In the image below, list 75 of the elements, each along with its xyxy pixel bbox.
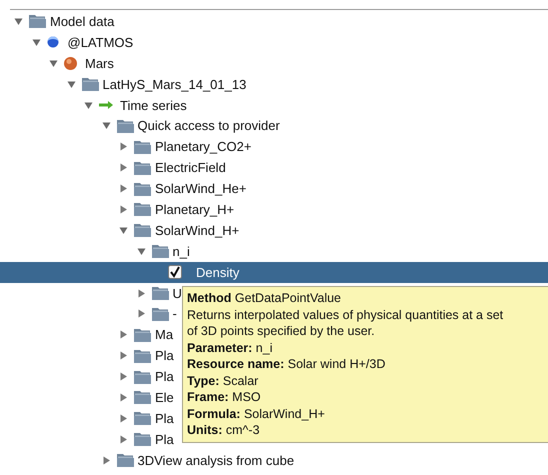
tree-item-label[interactable]: Mars — [85, 56, 114, 71]
expand-arrow-icon[interactable] — [119, 351, 128, 360]
folder-icon — [116, 452, 134, 468]
tree-item-label[interactable]: Density — [196, 264, 240, 280]
tree-item-label[interactable]: Time series — [120, 98, 187, 112]
expand-arrow-icon[interactable] — [119, 434, 128, 444]
collapse-arrow-icon[interactable] — [66, 80, 76, 89]
arrow-icon — [98, 100, 114, 110]
tree-item-label[interactable]: Ma — [155, 327, 174, 342]
folder-icon — [133, 138, 152, 155]
expand-arrow-icon[interactable] — [119, 330, 128, 340]
planet-icon — [63, 56, 78, 71]
folder-icon — [150, 285, 170, 302]
tooltip-line: Type: Scalar — [187, 372, 260, 389]
tree-item-label[interactable]: n_i — [172, 244, 190, 259]
folder-icon — [133, 348, 152, 364]
folder-icon — [133, 201, 152, 218]
checkbox[interactable] — [168, 265, 182, 280]
expand-arrow-icon[interactable] — [119, 163, 128, 172]
tree-item-label[interactable]: Pla — [155, 432, 174, 447]
tree-item-label[interactable]: Pla — [155, 348, 174, 364]
folder-icon — [133, 431, 152, 448]
folder-icon — [116, 118, 134, 134]
folder-icon — [133, 368, 152, 385]
expand-arrow-icon[interactable] — [119, 204, 128, 214]
tree-item-label[interactable]: Planetary_CO2+ — [155, 139, 252, 154]
tooltip-line: Frame: MSO — [187, 389, 262, 406]
tree-item-label[interactable]: - — [172, 306, 177, 322]
expand-arrow-icon[interactable] — [119, 142, 128, 152]
tree-item-label[interactable]: U — [172, 286, 182, 301]
collapse-arrow-icon[interactable] — [14, 16, 23, 26]
collapse-arrow-icon[interactable] — [119, 226, 128, 235]
expand-arrow-icon[interactable] — [102, 456, 110, 465]
folder-icon — [150, 306, 170, 322]
folder-icon — [150, 243, 170, 260]
expand-arrow-icon[interactable] — [136, 288, 146, 298]
tooltip-line: Formula: SolarWind_H+ — [187, 406, 326, 422]
tree-item-label[interactable]: SolarWind_He+ — [155, 181, 246, 196]
expand-arrow-icon[interactable] — [136, 309, 146, 318]
expand-arrow-icon[interactable] — [119, 392, 128, 402]
tree-item-label[interactable]: Ele — [155, 390, 174, 405]
tooltip-line: Returns interpolated values of physical quantities at a set — [187, 306, 504, 323]
tree-item-label[interactable]: @LATMOS — [68, 34, 134, 50]
folder-icon — [28, 13, 47, 30]
sphere-icon — [46, 35, 60, 50]
tree-item-label[interactable]: Pla — [155, 410, 174, 426]
tree-item-label[interactable]: ElectricField — [155, 160, 226, 176]
collapse-arrow-icon[interactable] — [49, 58, 58, 68]
folder-icon — [80, 76, 100, 92]
tooltip-line: Parameter: n_i — [187, 340, 274, 356]
collapse-arrow-icon[interactable] — [102, 121, 110, 130]
collapse-arrow-icon[interactable] — [136, 246, 146, 256]
folder-icon — [133, 326, 152, 343]
collapse-arrow-icon[interactable] — [32, 38, 40, 47]
tree-item-label[interactable]: LatHyS_Mars_14_01_13 — [102, 76, 246, 92]
expand-arrow-icon[interactable] — [119, 372, 128, 382]
tree-item-label[interactable]: Quick access to provider — [138, 118, 280, 134]
selected-row[interactable]: Density — [0, 262, 548, 283]
tooltip-line: of 3D points specified by the user. — [187, 323, 376, 340]
tooltip-line: Method GetDataPointValue — [187, 290, 342, 306]
folder-icon — [133, 160, 152, 176]
tree-item-label[interactable]: SolarWind_H+ — [155, 222, 240, 238]
tree-item-label[interactable]: Pla — [155, 369, 174, 384]
tree-item-label[interactable]: Planetary_H+ — [155, 202, 234, 217]
folder-icon — [133, 389, 152, 406]
expand-arrow-icon[interactable] — [119, 414, 128, 423]
folder-icon — [133, 222, 152, 238]
tooltip-line: Resource name: Solar wind H+/3D — [187, 356, 386, 372]
expand-arrow-icon[interactable] — [119, 184, 128, 194]
tooltip-line: Units: cm^-3 — [187, 422, 261, 438]
tree-item-label[interactable]: Model data — [50, 14, 114, 29]
collapse-arrow-icon[interactable] — [84, 100, 93, 110]
tree-item-label[interactable]: 3DView analysis from cube — [138, 452, 294, 468]
folder-icon — [133, 180, 152, 197]
folder-icon — [133, 410, 152, 426]
